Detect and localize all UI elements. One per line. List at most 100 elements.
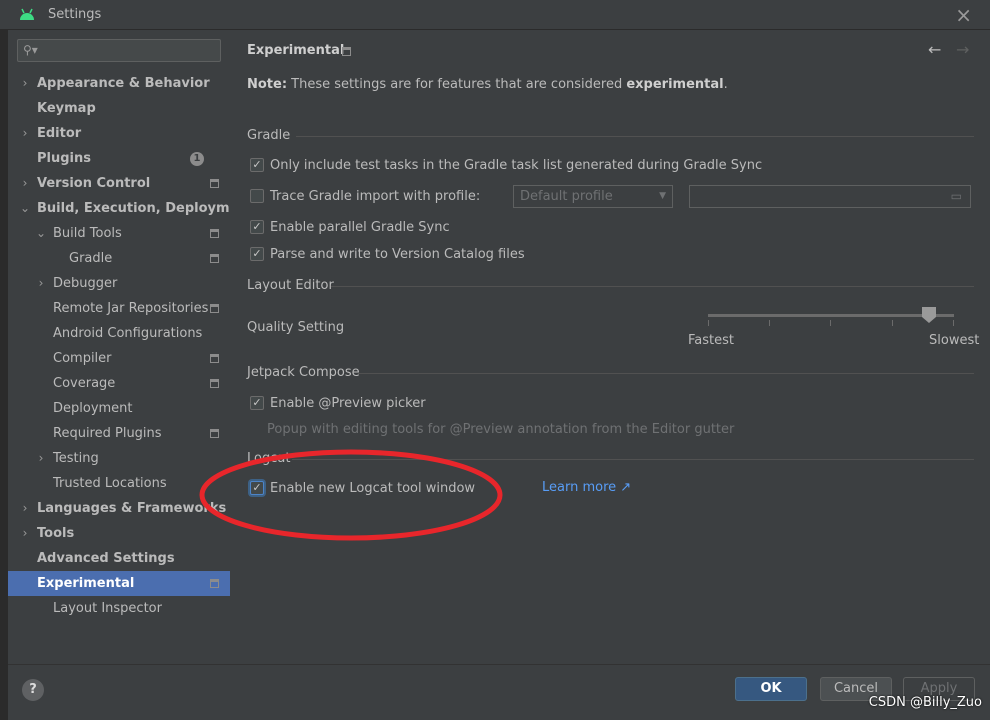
sidebar-item[interactable]: Trusted Locations — [8, 471, 230, 496]
sidebar-item[interactable]: › Debugger — [8, 271, 230, 296]
profile-dropdown[interactable]: Default profile ▼ — [513, 185, 673, 208]
help-button[interactable]: ? — [22, 679, 44, 701]
sidebar-item[interactable]: Remote Jar Repositories — [8, 296, 230, 321]
sidebar-item-label: Appearance & Behavior — [37, 76, 210, 91]
ok-button[interactable]: OK — [735, 677, 807, 701]
gradle-divider — [296, 136, 974, 137]
preview-picker-checkbox[interactable]: ✓ — [250, 396, 264, 410]
folder-icon[interactable]: ▭ — [951, 186, 962, 207]
project-level-icon — [342, 47, 351, 56]
sidebar-item[interactable]: Experimental — [8, 571, 230, 596]
red-annotation-ellipse — [199, 449, 503, 541]
back-arrow-icon[interactable]: ← — [928, 40, 941, 59]
note-prefix: Note: — [247, 77, 288, 92]
slider-tick — [708, 320, 709, 326]
chevron-right-icon[interactable]: › — [36, 271, 46, 296]
sidebar-item-label: Experimental — [37, 576, 135, 591]
search-input[interactable]: ⚲▾ — [17, 39, 221, 62]
project-level-icon — [210, 304, 219, 313]
quality-slider[interactable] — [708, 307, 954, 334]
slider-max-label: Slowest — [929, 333, 980, 348]
forward-arrow-icon[interactable]: → — [956, 40, 969, 59]
sidebar-item-label: Tools — [37, 526, 75, 541]
version-catalog-checkbox[interactable]: ✓ — [250, 247, 264, 261]
sidebar-item[interactable]: Advanced Settings — [8, 546, 230, 571]
experimental-note: Note: These settings are for features th… — [247, 77, 728, 92]
sidebar-item[interactable]: Required Plugins — [8, 421, 230, 446]
preview-picker-label: Enable @Preview picker — [270, 396, 426, 411]
sidebar-item-label: Android Configurations — [53, 326, 203, 341]
profile-path-field[interactable]: ▭ — [689, 185, 971, 208]
preview-picker-description: Popup with editing tools for @Preview an… — [267, 422, 735, 437]
sidebar-item[interactable]: ⌄ Build, Execution, Deployment — [8, 196, 254, 221]
android-icon — [20, 8, 34, 20]
trace-import-label: Trace Gradle import with profile: — [270, 189, 481, 204]
sidebar-item[interactable]: Coverage — [8, 371, 230, 396]
project-level-icon — [210, 229, 219, 238]
sidebar-item[interactable]: › Version Control — [8, 171, 230, 196]
updates-badge: 1 — [190, 152, 204, 166]
sidebar-item-label: Remote Jar Repositories — [53, 301, 209, 316]
slider-tick — [953, 320, 954, 326]
learn-more-link[interactable]: Learn more ↗ — [542, 480, 631, 495]
sidebar-item[interactable]: Gradle — [8, 246, 230, 271]
chevron-right-icon[interactable]: › — [20, 521, 30, 546]
sidebar-item-label: Testing — [53, 451, 99, 466]
only-test-tasks-checkbox[interactable]: ✓ — [250, 158, 264, 172]
sidebar-item[interactable]: Layout Inspector — [8, 596, 230, 621]
jetpack-compose-section-title: Jetpack Compose — [247, 365, 360, 380]
sidebar-item[interactable]: › Tools — [8, 521, 230, 546]
sidebar-item-label: Keymap — [37, 101, 96, 116]
sidebar-item-label: Advanced Settings — [37, 551, 175, 566]
slider-tick — [769, 320, 770, 326]
sidebar-item[interactable]: Deployment — [8, 396, 230, 421]
trace-import-checkbox[interactable] — [250, 189, 264, 203]
sidebar-item-label: Editor — [37, 126, 82, 141]
project-level-icon — [210, 579, 219, 588]
sidebar-item[interactable]: Compiler — [8, 346, 230, 371]
chevron-right-icon[interactable]: › — [20, 71, 30, 96]
layout-editor-divider — [331, 286, 974, 287]
sidebar-item[interactable]: Android Configurations — [8, 321, 230, 346]
sidebar-item-label: Trusted Locations — [53, 476, 167, 491]
sidebar-item[interactable]: › Testing — [8, 446, 230, 471]
slider-tick — [892, 320, 893, 326]
chevron-right-icon[interactable]: › — [20, 171, 30, 196]
sidebar-item-label: Compiler — [53, 351, 112, 366]
profile-dropdown-value: Default profile — [520, 189, 613, 204]
title-bar: Settings × — [0, 0, 990, 30]
sidebar-item[interactable]: Plugins 1 — [8, 146, 230, 171]
search-icon: ⚲▾ — [23, 43, 38, 57]
sidebar-item[interactable]: › Editor — [8, 121, 230, 146]
note-emphasis: experimental — [626, 77, 724, 92]
chevron-down-icon[interactable]: ⌄ — [36, 221, 46, 246]
page-title: Experimental — [247, 43, 345, 58]
quality-setting-label: Quality Setting — [247, 320, 345, 335]
gradle-section-title: Gradle — [247, 128, 291, 143]
close-icon[interactable]: × — [955, 3, 972, 27]
jetpack-compose-divider — [358, 373, 974, 374]
chevron-down-icon: ▼ — [659, 191, 666, 201]
chevron-down-icon[interactable]: ⌄ — [20, 196, 30, 221]
sidebar-item[interactable]: › Languages & Frameworks — [8, 496, 230, 521]
sidebar-item-label: Layout Inspector — [53, 601, 162, 616]
layout-editor-section-title: Layout Editor — [247, 278, 334, 293]
slider-track — [708, 314, 954, 317]
experimental-panel: Experimental ← → Note: These settings ar… — [230, 30, 990, 664]
sidebar-item-label: Version Control — [37, 176, 151, 191]
sidebar-item[interactable]: › Appearance & Behavior — [8, 71, 230, 96]
sidebar-item[interactable]: ⌄ Build Tools — [8, 221, 230, 246]
chevron-right-icon[interactable]: › — [36, 446, 46, 471]
background-window-strip — [990, 0, 998, 720]
window-title: Settings — [48, 7, 102, 22]
project-level-icon — [210, 254, 219, 263]
note-text: These settings are for features that are… — [287, 77, 627, 92]
slider-min-label: Fastest — [688, 333, 734, 348]
slider-thumb[interactable] — [922, 307, 937, 323]
chevron-right-icon[interactable]: › — [20, 496, 30, 521]
sidebar-item[interactable]: Keymap — [8, 96, 230, 121]
chevron-right-icon[interactable]: › — [20, 121, 30, 146]
parallel-sync-checkbox[interactable]: ✓ — [250, 220, 264, 234]
sidebar-item-label: Build, Execution, Deployment — [37, 201, 254, 216]
background-editor-strip — [0, 30, 8, 720]
